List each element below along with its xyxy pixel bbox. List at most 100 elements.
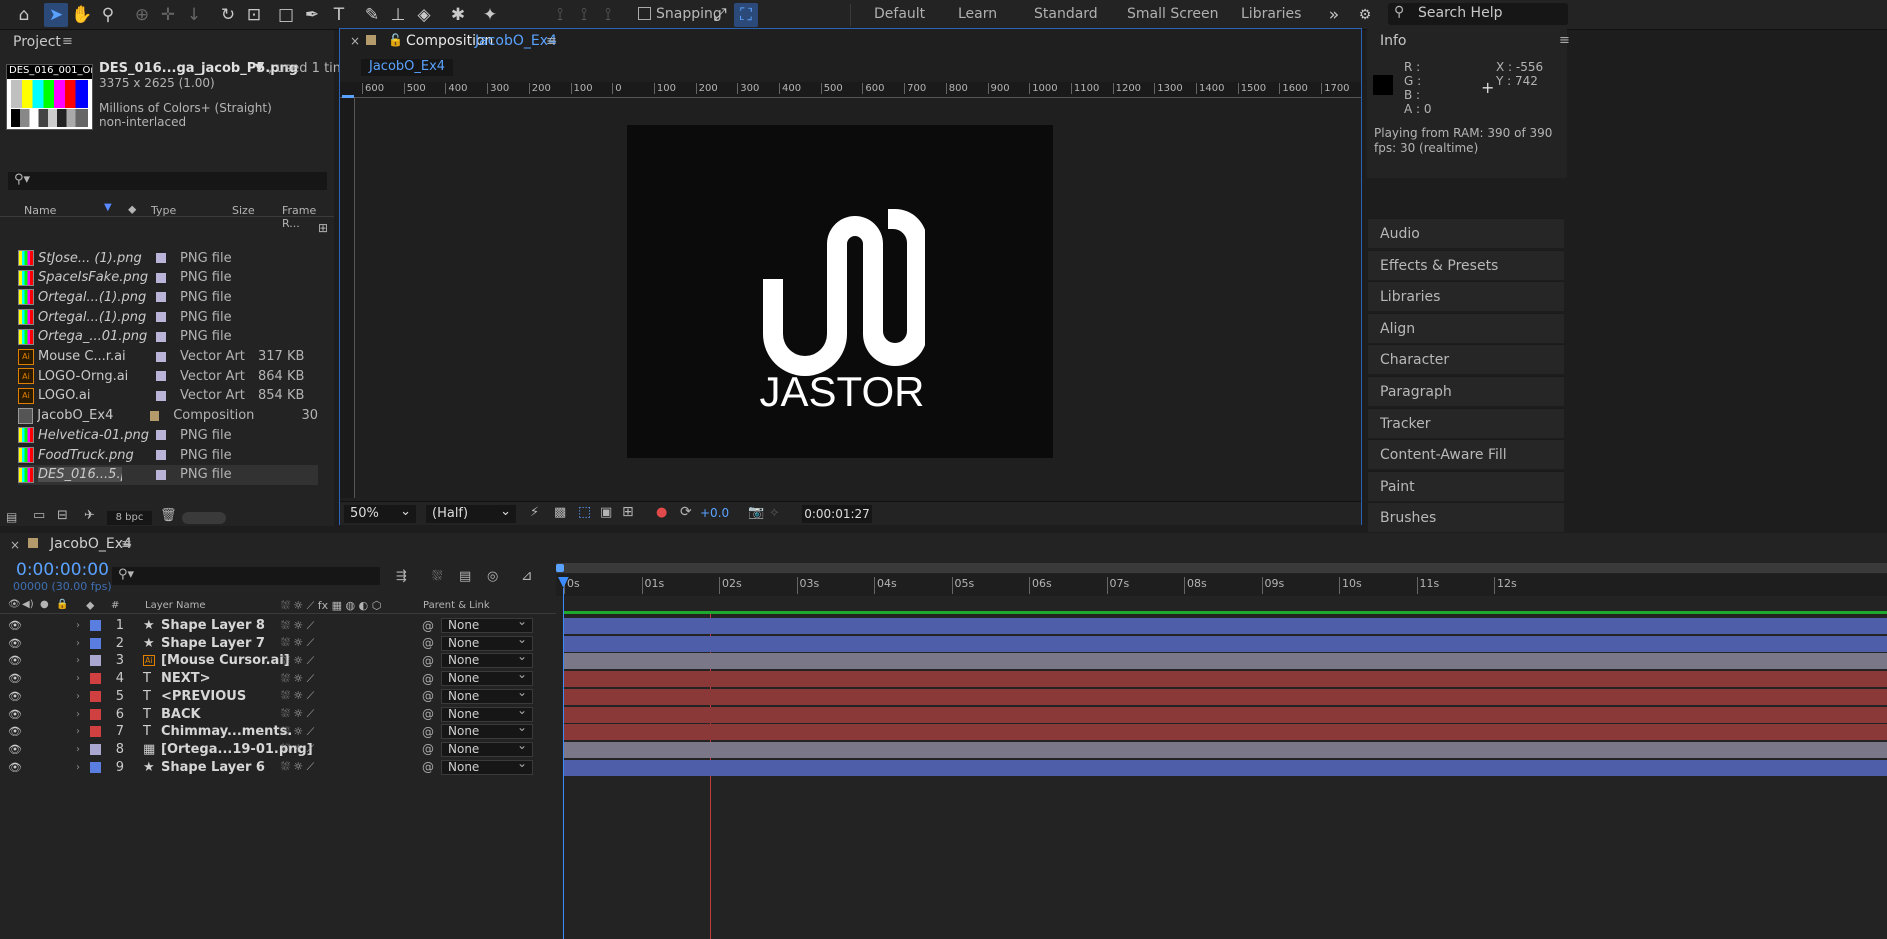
zoom-tool-icon[interactable]: ⚲ bbox=[96, 3, 120, 27]
visibility-eye-icon[interactable]: 👁 bbox=[8, 672, 22, 685]
anchor-point-icon[interactable]: ⊡ bbox=[242, 3, 266, 27]
visibility-eye-icon[interactable]: 👁 bbox=[8, 761, 22, 774]
new-composition-icon[interactable]: ⊟ bbox=[57, 508, 68, 523]
pick-whip-icon[interactable]: @ bbox=[422, 707, 434, 721]
region-of-interest-icon[interactable]: ▣ bbox=[600, 505, 612, 520]
col-size[interactable]: Size bbox=[232, 204, 255, 217]
layer-switches[interactable]: ⛆ ☼ ⟋ bbox=[281, 707, 314, 721]
label-swatch[interactable] bbox=[156, 430, 166, 441]
layer-name[interactable]: [Mouse Cursor.ai] bbox=[161, 653, 290, 668]
close-icon[interactable]: × bbox=[10, 538, 20, 552]
axis-local-icon[interactable]: ⟟ bbox=[548, 3, 572, 27]
layer-label-swatch[interactable] bbox=[90, 655, 101, 667]
rectangle-tool-icon[interactable]: □ bbox=[274, 3, 298, 27]
layer-row[interactable]: 👁 › 3 Ai [Mouse Cursor.ai] ⛆ ☼ ⟋ @ None bbox=[0, 650, 556, 669]
visibility-eye-icon[interactable]: 👁 bbox=[8, 725, 22, 738]
workspace-default[interactable]: Default bbox=[874, 6, 925, 22]
layer-label-swatch[interactable] bbox=[90, 708, 101, 720]
project-item[interactable]: Helvetica-01.png PNG file bbox=[18, 425, 318, 445]
pick-whip-icon[interactable]: @ bbox=[422, 619, 434, 633]
col-name[interactable]: Name bbox=[24, 204, 56, 217]
label-column-icon[interactable]: ⬥ bbox=[128, 202, 136, 217]
layer-duration-bar[interactable] bbox=[564, 759, 1887, 776]
layer-row[interactable]: 👁 › 6 T BACK ⛆ ☼ ⟋ @ None bbox=[0, 704, 556, 723]
timeline-search-input[interactable]: ⚲▾ bbox=[112, 567, 380, 585]
selected-dropdown-icon[interactable]: ▼ bbox=[255, 61, 263, 74]
fast-preview-icon[interactable]: ⚡ bbox=[530, 505, 539, 520]
layer-name[interactable]: BACK bbox=[161, 707, 201, 722]
pick-whip-icon[interactable]: @ bbox=[422, 689, 434, 703]
resolution-dropdown[interactable]: (Half) ⌄ bbox=[426, 504, 516, 523]
exposure-value[interactable]: +0.0 bbox=[700, 506, 729, 520]
layer-duration-bar[interactable] bbox=[564, 741, 1887, 758]
snap-edges-icon[interactable]: ⤢ bbox=[708, 3, 732, 27]
workspace-standard[interactable]: Standard bbox=[1034, 6, 1098, 22]
hand-tool-icon[interactable]: ✋ bbox=[70, 3, 94, 27]
project-menu-icon[interactable]: ≡ bbox=[62, 34, 73, 49]
audio-icon[interactable]: ◀) bbox=[22, 599, 34, 610]
project-item[interactable]: JacobO_Ex4 Composition 30 bbox=[18, 406, 318, 426]
comp-menu-icon[interactable]: ≡ bbox=[546, 34, 557, 49]
layer-row[interactable]: 👁 › 1 ★ Shape Layer 8 ⛆ ☼ ⟋ @ None bbox=[0, 615, 556, 634]
project-item[interactable]: SpaceIsFake.png PNG file bbox=[18, 268, 318, 288]
type-tool-icon[interactable]: T bbox=[327, 3, 351, 27]
layer-switches[interactable]: ⛆ ☼ ⟋ bbox=[281, 725, 314, 739]
thumbnail-slider[interactable] bbox=[182, 512, 226, 524]
show-snapshot-icon[interactable]: ⟡ bbox=[770, 505, 779, 520]
visibility-eye-icon[interactable]: 👁 bbox=[8, 619, 22, 632]
mask-visibility-icon[interactable]: ⬚ bbox=[578, 504, 591, 520]
layer-row[interactable]: 👁 › 4 T NEXT> ⛆ ☼ ⟋ @ None bbox=[0, 668, 556, 687]
expand-arrow-icon[interactable]: › bbox=[76, 638, 80, 649]
solo-icon[interactable]: ● bbox=[40, 599, 49, 610]
grid-guides-icon[interactable]: ⊞ bbox=[622, 504, 634, 520]
expand-arrow-icon[interactable]: › bbox=[76, 673, 80, 684]
col-parent-link[interactable]: Parent & Link bbox=[423, 600, 490, 611]
parent-dropdown[interactable]: None bbox=[441, 668, 533, 687]
camera-orbit-icon[interactable]: ⊕ bbox=[130, 3, 154, 27]
axis-world-icon[interactable]: ⟟ bbox=[572, 3, 596, 27]
parent-dropdown[interactable]: None bbox=[441, 615, 533, 633]
label-swatch[interactable] bbox=[156, 272, 166, 283]
panel-item-brushes[interactable]: Brushes bbox=[1368, 502, 1564, 533]
col-layer-name[interactable]: Layer Name bbox=[145, 600, 206, 611]
render-queue-icon[interactable]: ✈ bbox=[84, 508, 95, 523]
layer-label-swatch[interactable] bbox=[90, 761, 101, 773]
layer-label-swatch[interactable] bbox=[90, 743, 101, 755]
panel-item-libraries[interactable]: Libraries bbox=[1368, 281, 1564, 312]
pick-whip-icon[interactable]: @ bbox=[422, 654, 434, 668]
info-menu-icon[interactable]: ≡ bbox=[1559, 33, 1570, 48]
comp-subtab[interactable]: JacobO_Ex4 bbox=[361, 59, 453, 76]
label-swatch[interactable] bbox=[149, 410, 160, 421]
panel-item-effects-presets[interactable]: Effects & Presets bbox=[1368, 249, 1564, 280]
sort-icon[interactable]: ▼ bbox=[104, 202, 112, 213]
panel-item-paint[interactable]: Paint bbox=[1368, 470, 1564, 501]
layer-duration-bar[interactable] bbox=[564, 653, 1887, 670]
more-workspaces-icon[interactable]: » bbox=[1322, 3, 1346, 27]
timeline-menu-icon[interactable]: ≡ bbox=[121, 537, 132, 552]
layer-label-swatch[interactable] bbox=[90, 726, 101, 738]
trash-icon[interactable]: 🗑 bbox=[160, 508, 177, 523]
layer-switches[interactable]: ⛆ ☼ ⟋ bbox=[281, 619, 314, 633]
project-item[interactable]: StJose... (1).png PNG file bbox=[18, 248, 318, 268]
visibility-eye-icon[interactable]: 👁 bbox=[8, 708, 22, 721]
project-panel-title[interactable]: Project bbox=[13, 34, 61, 50]
comp-canvas[interactable]: JASTOR bbox=[627, 125, 1053, 458]
project-item[interactable]: Ortegal...(1).png PNG file bbox=[18, 287, 318, 307]
expand-arrow-icon[interactable]: › bbox=[76, 709, 80, 720]
layer-name[interactable]: Shape Layer 6 bbox=[161, 760, 265, 775]
pick-whip-icon[interactable]: @ bbox=[422, 760, 434, 774]
rotate-tool-icon[interactable]: ↻ bbox=[216, 3, 240, 27]
layer-name[interactable]: Shape Layer 8 bbox=[161, 618, 265, 633]
layer-name[interactable]: Chimmay...ments. bbox=[161, 724, 292, 739]
layer-row[interactable]: 👁 › 5 T <PREVIOUS ⛆ ☼ ⟋ @ None bbox=[0, 686, 556, 705]
layer-row[interactable]: 👁 › 2 ★ Shape Layer 7 ⛆ ☼ ⟋ @ None bbox=[0, 633, 556, 652]
visibility-eye-icon[interactable]: 👁 bbox=[8, 690, 22, 703]
snapping-checkbox[interactable] bbox=[638, 7, 651, 20]
clone-stamp-icon[interactable]: ⊥ bbox=[386, 3, 410, 27]
layer-duration-bar[interactable] bbox=[564, 724, 1887, 741]
pan-behind-icon[interactable]: ✛ bbox=[156, 3, 180, 27]
zoom-dropdown[interactable]: 50% ⌄ bbox=[344, 504, 416, 523]
comp-mini-flowchart-icon[interactable]: ⇶ bbox=[396, 569, 407, 584]
lock-icon[interactable]: 🔓 bbox=[388, 33, 403, 47]
expand-arrow-icon[interactable]: › bbox=[76, 744, 80, 755]
